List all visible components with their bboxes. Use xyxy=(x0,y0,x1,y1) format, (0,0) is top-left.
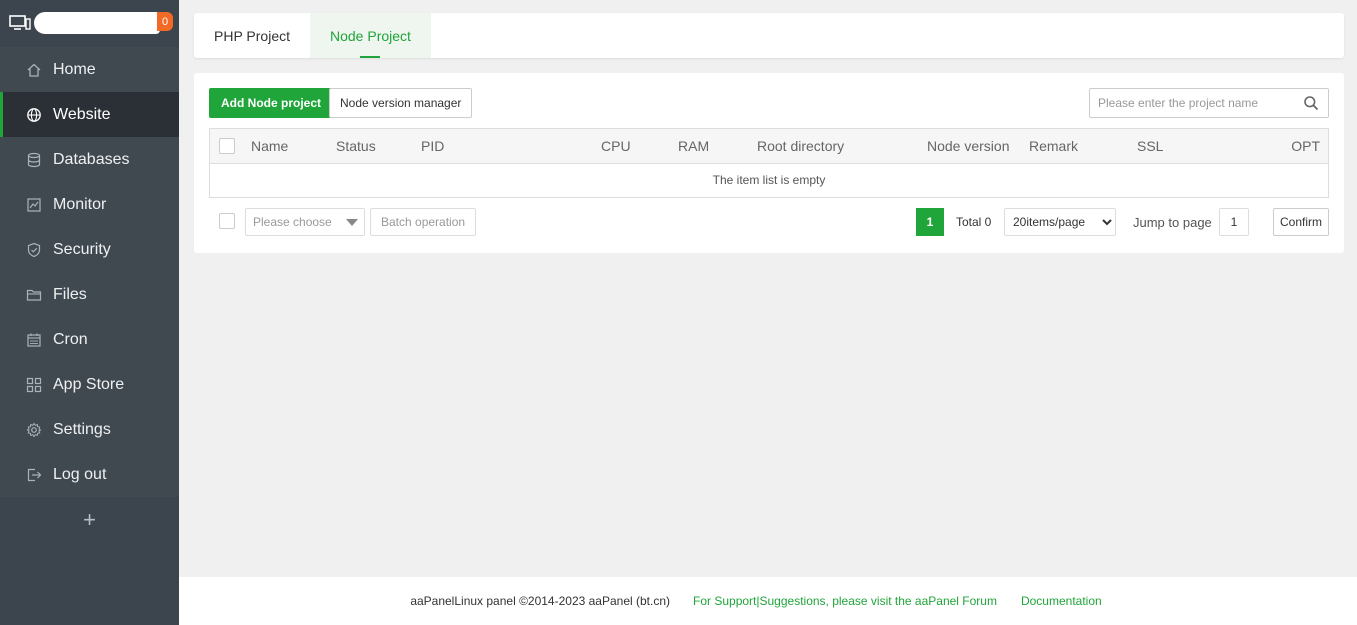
documentation-link[interactable]: Documentation xyxy=(1021,594,1102,608)
project-table: Name Status PID CPU RAM Root directory N… xyxy=(209,128,1329,198)
sidebar-item-security[interactable]: Security xyxy=(0,227,179,272)
sidebar-item-label: Log out xyxy=(53,465,107,483)
home-icon xyxy=(27,63,41,77)
column-header-ssl[interactable]: SSL xyxy=(1137,138,1163,154)
sidebar-item-label: Security xyxy=(53,240,111,258)
monitor-icon xyxy=(27,197,41,212)
gear-icon xyxy=(26,422,42,437)
shield-icon xyxy=(27,242,41,257)
column-header-root-directory[interactable]: Root directory xyxy=(757,138,844,154)
tab-php-project[interactable]: PHP Project xyxy=(194,13,310,58)
sidebar-item-monitor[interactable]: Monitor xyxy=(0,182,179,227)
globe-icon xyxy=(27,107,41,122)
select-all-checkbox[interactable] xyxy=(219,138,235,154)
batch-action-select[interactable]: Please choose xyxy=(245,208,365,236)
copyright-text: aaPanelLinux panel ©2014-2023 aaPanel (b… xyxy=(410,594,671,608)
column-header-node-version[interactable]: Node version xyxy=(927,138,1010,154)
column-header-status[interactable]: Status xyxy=(336,138,376,154)
empty-list-message: The item list is empty xyxy=(712,173,826,187)
column-header-remark[interactable]: Remark xyxy=(1029,138,1078,154)
caret-down-icon xyxy=(346,219,358,226)
total-count: Total 0 xyxy=(956,215,992,229)
sidebar-item-label: Settings xyxy=(53,420,111,438)
server-badge: 0 xyxy=(157,12,173,31)
sidebar-item-cron[interactable]: Cron xyxy=(0,317,179,362)
sidebar: 0 Home Website Databases Monitor Securit… xyxy=(0,0,179,625)
sidebar-item-databases[interactable]: Databases xyxy=(0,137,179,182)
batch-action-placeholder: Please choose xyxy=(253,215,332,229)
column-header-opt: OPT xyxy=(1291,138,1320,154)
calendar-icon xyxy=(27,333,41,347)
server-name-redacted xyxy=(34,12,160,34)
batch-select-checkbox[interactable] xyxy=(219,213,235,229)
sidebar-item-label: Home xyxy=(53,60,96,78)
page-footer: aaPanelLinux panel ©2014-2023 aaPanel (b… xyxy=(179,577,1357,625)
sidebar-item-log-out[interactable]: Log out xyxy=(0,452,179,497)
jump-page-input[interactable] xyxy=(1219,208,1249,236)
sidebar-item-app-store[interactable]: App Store xyxy=(0,362,179,407)
project-panel: Add Node project Node version manager Na… xyxy=(194,73,1344,253)
project-tabs: PHP Project Node Project xyxy=(194,13,1344,58)
grid-icon xyxy=(26,377,42,392)
node-version-manager-button[interactable]: Node version manager xyxy=(329,88,473,118)
search-icon[interactable] xyxy=(1303,95,1319,111)
support-forum-link[interactable]: For Support|Suggestions, please visit th… xyxy=(693,594,997,608)
sidebar-item-label: Files xyxy=(53,285,87,303)
project-search xyxy=(1089,88,1329,118)
current-page-indicator[interactable]: 1 xyxy=(916,208,944,236)
sidebar-item-label: Monitor xyxy=(53,195,107,213)
sidebar-menu: Home Website Databases Monitor Security … xyxy=(0,47,179,497)
folder-icon xyxy=(26,289,42,301)
sidebar-item-label: App Store xyxy=(53,375,125,393)
sidebar-item-files[interactable]: Files xyxy=(0,272,179,317)
add-menu-button[interactable]: + xyxy=(0,507,179,533)
jump-to-page-label: Jump to page xyxy=(1133,215,1212,230)
sidebar-item-label: Website xyxy=(53,105,111,123)
database-icon xyxy=(27,152,41,167)
confirm-jump-button[interactable]: Confirm xyxy=(1273,208,1329,236)
sidebar-item-website[interactable]: Website xyxy=(0,92,179,137)
sidebar-item-label: Databases xyxy=(53,150,130,168)
sidebar-item-home[interactable]: Home xyxy=(0,47,179,92)
sidebar-item-label: Cron xyxy=(53,330,88,348)
column-header-cpu[interactable]: CPU xyxy=(601,138,631,154)
column-header-name[interactable]: Name xyxy=(251,138,288,154)
column-header-pid[interactable]: PID xyxy=(421,138,444,154)
add-node-project-button[interactable]: Add Node project xyxy=(209,88,334,118)
items-per-page-select[interactable]: 20items/page xyxy=(1004,208,1116,236)
table-footer: Please choose Batch operation 1 Total 0 … xyxy=(209,208,1329,238)
batch-operation-button[interactable]: Batch operation xyxy=(370,208,477,236)
column-header-ram[interactable]: RAM xyxy=(678,138,709,154)
search-input[interactable] xyxy=(1090,89,1303,117)
table-header: Name Status PID CPU RAM Root directory N… xyxy=(210,129,1328,164)
tab-node-project[interactable]: Node Project xyxy=(310,13,431,58)
server-header: 0 xyxy=(0,0,179,46)
monitor-display-icon xyxy=(9,15,31,30)
logout-icon xyxy=(27,468,42,481)
sidebar-item-settings[interactable]: Settings xyxy=(0,407,179,452)
